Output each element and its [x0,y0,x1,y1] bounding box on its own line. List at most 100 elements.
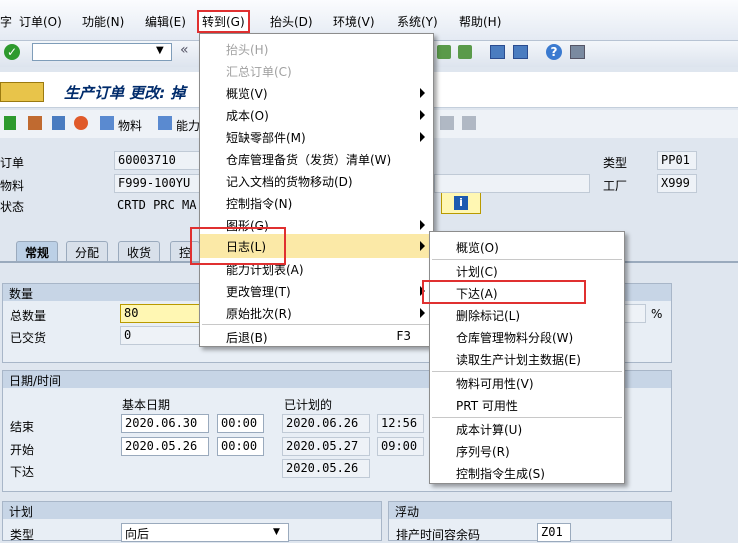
goto-costs-label: 成本(O) [226,109,269,123]
finish-basic-time[interactable]: 00:00 [217,414,264,433]
finish-sched-time: 12:56 [377,414,424,433]
tab-assignment[interactable]: 分配 [66,241,109,261]
float-group-title: 浮动 [389,502,671,519]
menu-system[interactable]: 系统(Y) [397,13,438,30]
status-label: 状态 [0,200,25,214]
download-icon[interactable] [437,45,451,59]
goto-change-management[interactable]: 更改管理(T) [200,280,433,302]
percent-label: % [651,307,663,321]
material-icon [100,116,114,130]
material-button[interactable]: 物料 [118,117,142,134]
check-icon[interactable]: ✓ [4,44,20,60]
menu-function[interactable]: 功能(N) [82,13,124,30]
goto-goods-movements-label: 记入文档的货物移动(D) [226,175,353,189]
float-key-field[interactable]: Z01 [537,523,571,542]
goto-control-instructions[interactable]: 控制指令(N) [200,192,433,214]
down-arrow-icon[interactable] [462,116,476,130]
log-planning[interactable]: 计划(C) [430,260,624,282]
material-label: 物料 [0,179,25,193]
plan-type-label: 类型 [10,528,35,542]
goto-original-batch-label: 原始批次(R) [226,307,292,321]
log-read-master-data[interactable]: 读取生产计划主数据(E) [430,348,624,370]
log-serial-numbers[interactable]: 序列号(R) [430,440,624,462]
percent-field [622,304,646,323]
log-control-instruction-generation[interactable]: 控制指令生成(S) [430,462,624,484]
finish-basic-date[interactable]: 2020.06.30 [121,414,209,433]
goto-header-label: 抬头(H) [226,43,269,57]
transaction-icon[interactable] [0,82,44,102]
shortcut-icon[interactable] [513,45,528,59]
menu-separator [202,324,431,325]
calculator-icon[interactable] [52,116,65,130]
material-field: F999-100YU [114,174,200,193]
goto-back-label: 后退(B) [226,331,268,345]
goto-goods-movements[interactable]: 记入文档的货物移动(D) [200,170,433,192]
flag-icon[interactable] [4,116,16,130]
tab-goods-receipt[interactable]: 收货 [118,241,161,261]
menu-partial-left: 字 [0,15,13,29]
goto-missing-parts[interactable]: 短缺零部件(M) [200,126,433,148]
menu-help[interactable]: 帮助(H) [459,13,501,30]
menu-environment[interactable]: 环境(V) [333,13,375,30]
capacity-button[interactable]: 能力 [176,117,200,134]
goto-collective-order-label: 汇总订单(C) [226,65,292,79]
log-deletion-flag-label: 删除标记(L) [456,309,521,323]
log-deletion-flag[interactable]: 删除标记(L) [430,304,624,326]
info-button[interactable]: i [441,192,481,214]
upload-icon[interactable] [458,45,472,59]
highlight-box-log [190,227,286,265]
release-label: 下达 [10,465,35,479]
total-quantity-field[interactable]: 80 [120,304,200,323]
page-title: 生产订单 更改: 掉 [64,84,186,102]
log-material-availability-label: 物料可用性(V) [456,377,534,391]
highlight-box-release [422,280,586,304]
document-icon[interactable] [28,116,42,130]
tab-general[interactable]: 常规 [16,241,59,261]
log-submenu: 概览(O) 计划(C) 下达(A) 删除标记(L) 仓库管理物料分段(W) 读取… [429,231,625,484]
type-field: PP01 [657,151,697,170]
log-costing-label: 成本计算(U) [456,423,523,437]
menu-order[interactable]: 订单(O) [19,13,62,30]
log-prt-availability[interactable]: PRT 可用性 [430,394,624,416]
log-costing[interactable]: 成本计算(U) [430,418,624,440]
log-planning-label: 计划(C) [456,265,498,279]
goto-back[interactable]: 后退(B) F3 [200,326,433,348]
help-icon[interactable]: ? [546,44,562,60]
layout-icon[interactable] [570,45,585,59]
goto-collective-order: 汇总订单(C) [200,60,433,82]
goto-menu: 抬头(H) 汇总订单(C) 概览(V) 成本(O) 短缺零部件(M) 仓库管理备… [199,33,434,347]
plan-type-chevron-icon[interactable]: ▼ [273,527,280,537]
basic-dates-header: 基本日期 [122,398,171,412]
goto-overview[interactable]: 概览(V) [200,82,433,104]
command-field[interactable] [32,43,172,61]
log-prt-availability-label: PRT 可用性 [456,399,518,413]
lifebuoy-icon[interactable] [74,116,88,130]
float-key-label: 排产时间容余码 [396,528,481,542]
material-description-field [434,174,590,193]
goto-costs[interactable]: 成本(O) [200,104,433,126]
menu-edit[interactable]: 编辑(E) [145,13,186,30]
goto-wm-picklist[interactable]: 仓库管理备货（发货）清单(W) [200,148,433,170]
new-session-icon[interactable] [490,45,505,59]
total-quantity-label: 总数量 [10,309,47,323]
chevron-down-icon[interactable]: ▼ [156,45,164,56]
plan-group-title: 计划 [3,502,381,519]
start-sched-time: 09:00 [377,437,424,456]
log-overview[interactable]: 概览(O) [430,236,624,258]
menu-goto[interactable]: 转到(G) [197,10,250,33]
plan-type-select[interactable]: 向后 [121,523,289,542]
order-label: 订单 [0,156,25,170]
goto-original-batch[interactable]: 原始批次(R) [200,302,433,324]
start-basic-date[interactable]: 2020.05.26 [121,437,209,456]
type-label: 类型 [603,156,628,170]
start-basic-time[interactable]: 00:00 [217,437,264,456]
goto-capacity-planning-label: 能力计划表(A) [226,263,304,277]
up-arrow-icon[interactable] [440,116,454,130]
plant-label: 工厂 [603,179,628,193]
menu-header[interactable]: 抬头(D) [270,13,313,30]
log-wm-staging[interactable]: 仓库管理物料分段(W) [430,326,624,348]
goto-overview-label: 概览(V) [226,87,268,101]
collapse-icon[interactable]: « [180,42,189,58]
log-wm-staging-label: 仓库管理物料分段(W) [456,331,574,345]
log-material-availability[interactable]: 物料可用性(V) [430,372,624,394]
